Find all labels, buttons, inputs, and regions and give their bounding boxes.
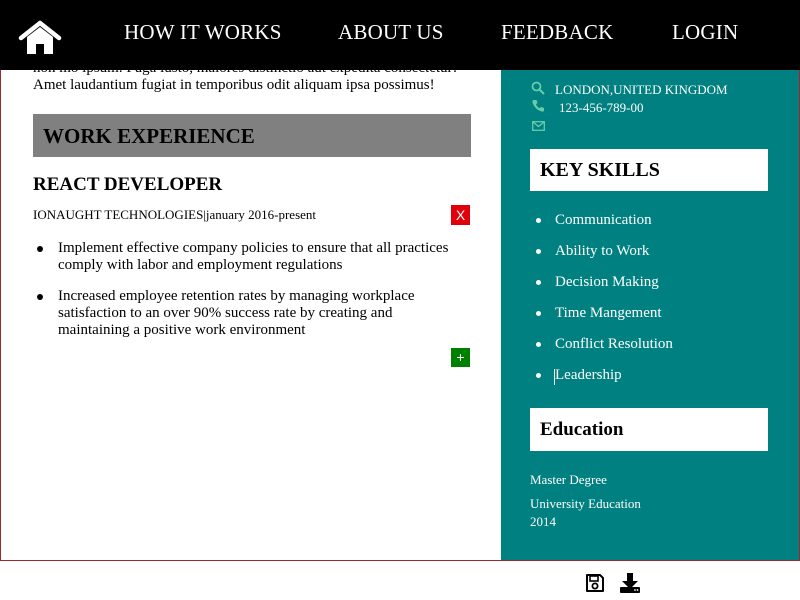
bullet-dot: [536, 373, 541, 378]
skill-label: Conflict Resolution: [555, 336, 673, 352]
education-year[interactable]: 2014: [530, 514, 556, 530]
job-bullet-list: Implement effective company policies to …: [33, 240, 458, 353]
envelope-icon: [532, 118, 545, 136]
education-degree[interactable]: Master Degree: [530, 472, 607, 488]
list-item[interactable]: Increased employee retention rates by ma…: [33, 288, 458, 339]
work-experience-header: WORK EXPERIENCE: [33, 114, 471, 157]
delete-job-button[interactable]: X: [451, 205, 470, 225]
bullet-dot: [536, 311, 541, 316]
work-experience-heading: WORK EXPERIENCE: [43, 124, 255, 148]
bullet-dot: [536, 342, 541, 347]
text-cursor: [554, 369, 555, 385]
nav-how-it-works[interactable]: HOW IT WORKS: [124, 20, 282, 45]
job-company-dates[interactable]: IONAUGHT TECHNOLOGIES|january 2016-prese…: [33, 207, 316, 223]
bullet-dot: [536, 280, 541, 285]
job-title[interactable]: REACT DEVELOPER: [33, 174, 222, 196]
resume-main-column: non mo ipsum. Fuga iusto, maiores distin…: [1, 0, 501, 560]
top-nav-bar: HOW IT WORKS ABOUT US FEEDBACK LOGIN: [0, 0, 800, 70]
bullet-dot: [536, 218, 541, 223]
download-icon[interactable]: [619, 572, 641, 599]
key-skills-heading: KEY SKILLS: [540, 159, 660, 181]
education-heading: Education: [540, 419, 624, 440]
skill-label: Communication: [555, 212, 652, 228]
bullet-dot: [37, 294, 43, 300]
skill-label: Time Mangement: [555, 305, 662, 321]
skill-label: Leadership: [555, 367, 622, 383]
nav-about-us[interactable]: ABOUT US: [338, 20, 444, 45]
contact-phone: 123-456-789-00: [559, 100, 644, 115]
key-skills-header: KEY SKILLS: [530, 149, 768, 191]
education-school[interactable]: University Education: [530, 496, 641, 512]
add-job-button[interactable]: +: [451, 348, 470, 367]
job-bullet-text: Implement effective company policies to …: [58, 240, 449, 273]
intro-line-2: Amet laudantium fugiat in temporibus odi…: [33, 77, 435, 93]
home-icon: [18, 20, 62, 54]
education-header: Education: [530, 408, 768, 451]
bullet-dot: [37, 246, 43, 252]
job-bullet-text: Increased employee retention rates by ma…: [58, 288, 415, 338]
nav-feedback[interactable]: FEEDBACK: [501, 20, 613, 45]
skill-label: Ability to Work: [555, 243, 650, 259]
save-icon[interactable]: [585, 573, 605, 598]
home-button[interactable]: [18, 20, 62, 56]
search-location-icon: [531, 81, 545, 100]
contact-location: LONDON,UNITED KINGDOM: [555, 82, 728, 97]
phone-icon: [532, 99, 544, 117]
skill-label: Decision Making: [555, 274, 659, 290]
list-item[interactable]: Implement effective company policies to …: [33, 240, 458, 274]
bullet-dot: [536, 249, 541, 254]
nav-login[interactable]: LOGIN: [672, 20, 738, 45]
